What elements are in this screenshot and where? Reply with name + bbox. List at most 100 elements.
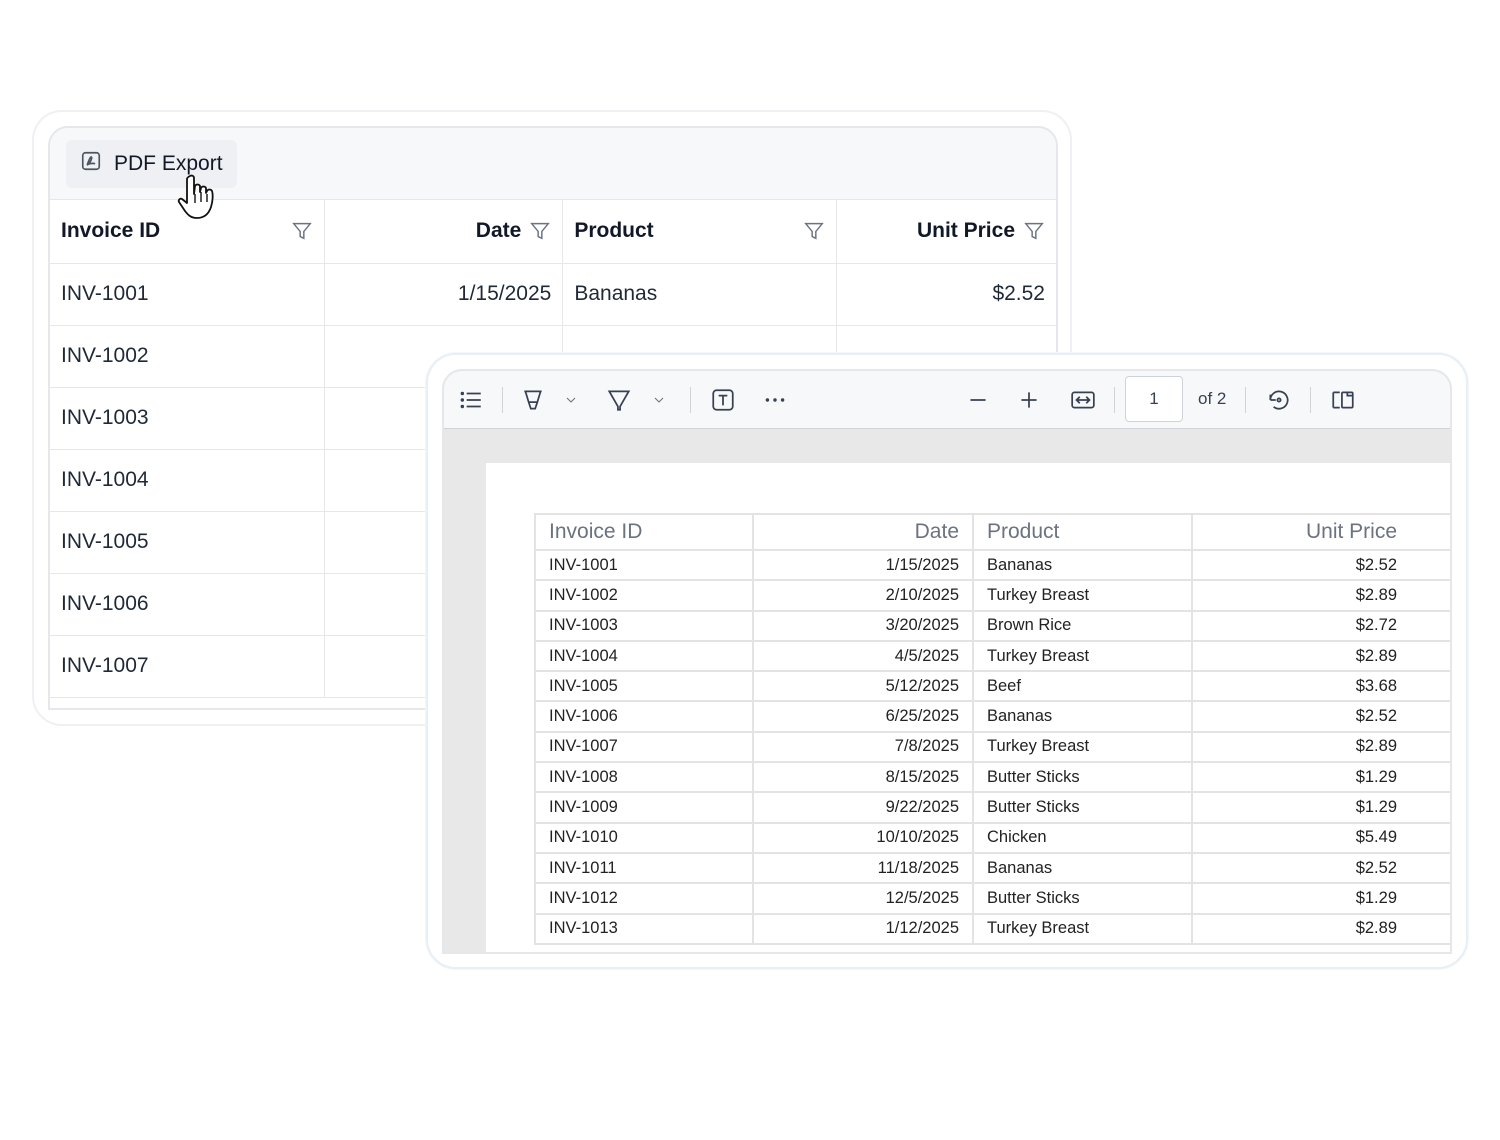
pdf-column-header-invoice-id: Invoice ID [534,513,754,551]
toolbar-separator [1114,387,1115,413]
cell-invoice-id: INV-1002 [50,325,326,388]
pdf-cell-invoice-id: INV-1006 [534,701,754,733]
pdf-export-icon [80,150,102,178]
plus-icon[interactable] [1014,385,1044,415]
pdf-cell-invoice-id: INV-1003 [534,610,754,642]
toolbar-separator [1245,387,1246,413]
pdf-cell-unit-price: $2.89 [1192,580,1450,612]
chevron-down-icon[interactable] [556,385,586,415]
highlight-pen-icon[interactable] [518,385,548,415]
cell-invoice-id: INV-1001 [50,263,326,326]
pdf-table-row: INV-1012 12/5/2025 Butter Sticks $1.29 [534,883,1450,915]
pdf-cell-invoice-id: INV-1004 [534,640,754,673]
pdf-column-header-unit-price: Unit Price [1192,513,1450,551]
rotate-icon[interactable] [1264,385,1294,415]
pdf-table-row: INV-1011 11/18/2025 Bananas $2.52 [534,852,1450,885]
page-view-icon[interactable] [1328,385,1358,415]
pdf-cell-date: 7/8/2025 [753,731,974,764]
pdf-document-table: Invoice ID Date Product Unit Price INV-1… [534,513,1450,945]
cell-invoice-id: INV-1007 [50,635,326,698]
pdf-toolbar: of 2 [444,371,1450,429]
pdf-table-row: INV-1004 4/5/2025 Turkey Breast $2.89 [534,640,1450,673]
pdf-cell-date: 6/25/2025 [753,701,974,733]
pdf-cell-product: Butter Sticks [973,762,1193,794]
pdf-cell-invoice-id: INV-1008 [534,762,754,794]
text-box-icon[interactable] [708,385,738,415]
filter-icon[interactable] [291,220,313,242]
pdf-cell-invoice-id: INV-1012 [534,883,754,915]
pdf-cell-product: Beef [973,671,1193,703]
pdf-cell-date: 1/12/2025 [753,913,974,945]
pdf-cell-date: 1/15/2025 [753,550,974,582]
cell-product: Bananas [562,263,838,326]
pdf-cell-product: Turkey Breast [973,731,1193,764]
column-header-product[interactable]: Product [562,200,838,264]
pdf-cell-invoice-id: INV-1010 [534,822,754,854]
filter-icon[interactable] [529,220,551,242]
cell-unit-price: $2.52 [836,263,1056,326]
pdf-cell-unit-price: $2.52 [1192,550,1450,582]
pdf-cell-unit-price: $1.29 [1192,762,1450,794]
pdf-cell-unit-price: $2.72 [1192,610,1450,642]
pdf-cell-invoice-id: INV-1009 [534,792,754,824]
pdf-cell-date: 4/5/2025 [753,640,974,673]
fit-width-icon[interactable] [1068,385,1098,415]
pdf-table-row: INV-1008 8/15/2025 Butter Sticks $1.29 [534,762,1450,794]
pdf-cell-invoice-id: INV-1011 [534,852,754,885]
page-number-input[interactable] [1125,376,1183,422]
pdf-cell-date: 8/15/2025 [753,762,974,794]
pdf-column-header-product: Product [973,513,1193,551]
pdf-table-body: INV-1001 1/15/2025 Bananas $2.52 INV-1002 2/1… [534,550,1450,945]
pdf-cell-product: Brown Rice [973,610,1193,642]
pdf-cell-unit-price: $2.52 [1192,852,1450,885]
cell-invoice-id: INV-1004 [50,449,326,512]
pdf-column-header-date: Date [753,513,974,551]
pdf-cell-unit-price: $2.89 [1192,731,1450,764]
table-row[interactable]: INV-1001 1/15/2025 Bananas $2.52 [50,263,1056,326]
pdf-cell-unit-price: $2.89 [1192,913,1450,945]
pdf-cell-unit-price: $2.52 [1192,701,1450,733]
toolbar-separator [502,387,503,413]
hand-pointer-cursor-icon [177,174,214,219]
minus-icon[interactable] [963,385,993,415]
pdf-page: Invoice ID Date Product Unit Price INV-1… [486,463,1450,952]
pdf-cell-invoice-id: INV-1013 [534,913,754,945]
chevron-down-icon[interactable] [644,385,674,415]
pdf-table-row: INV-1006 6/25/2025 Bananas $2.52 [534,701,1450,733]
pdf-cell-product: Bananas [973,701,1193,733]
draw-pen-icon[interactable] [604,385,634,415]
pdf-cell-date: 12/5/2025 [753,883,974,915]
pdf-table-row: INV-1010 10/10/2025 Chicken $5.49 [534,822,1450,854]
pdf-cell-unit-price: $1.29 [1192,883,1450,915]
pdf-header-row: Invoice ID Date Product Unit Price [534,513,1450,551]
pdf-table-row: INV-1005 5/12/2025 Beef $3.68 [534,671,1450,703]
pdf-cell-invoice-id: INV-1002 [534,580,754,612]
filter-icon[interactable] [803,220,825,242]
toolbar-separator [690,387,691,413]
pdf-cell-unit-price: $1.29 [1192,792,1450,824]
pdf-table-row: INV-1001 1/15/2025 Bananas $2.52 [534,550,1450,582]
pdf-cell-product: Bananas [973,550,1193,582]
pdf-cell-invoice-id: INV-1001 [534,550,754,582]
pdf-cell-product: Turkey Breast [973,913,1193,945]
page-count-label: of 2 [1198,389,1227,408]
pdf-cell-date: 2/10/2025 [753,580,974,612]
pdf-viewer: of 2 Invoice ID Date Product Unit Price [442,369,1452,954]
pdf-cell-product: Chicken [973,822,1193,854]
pdf-cell-date: 10/10/2025 [753,822,974,854]
cell-invoice-id: INV-1006 [50,573,326,636]
column-header-date[interactable]: Date [324,200,564,264]
pdf-table-row: INV-1002 2/10/2025 Turkey Breast $2.89 [534,580,1450,612]
pdf-table-row: INV-1009 9/22/2025 Butter Sticks $1.29 [534,792,1450,824]
pdf-cell-unit-price: $3.68 [1192,671,1450,703]
filter-icon[interactable] [1023,220,1045,242]
pdf-cell-unit-price: $5.49 [1192,822,1450,854]
pdf-table-row: INV-1013 1/12/2025 Turkey Breast $2.89 [534,913,1450,945]
cell-invoice-id: INV-1003 [50,387,326,450]
pdf-cell-product: Bananas [973,852,1193,885]
more-horizontal-icon[interactable] [760,385,790,415]
list-icon[interactable] [456,385,486,415]
cell-date: 1/15/2025 [324,263,564,326]
cell-invoice-id: INV-1005 [50,511,326,574]
column-header-unit-price[interactable]: Unit Price [836,200,1056,264]
